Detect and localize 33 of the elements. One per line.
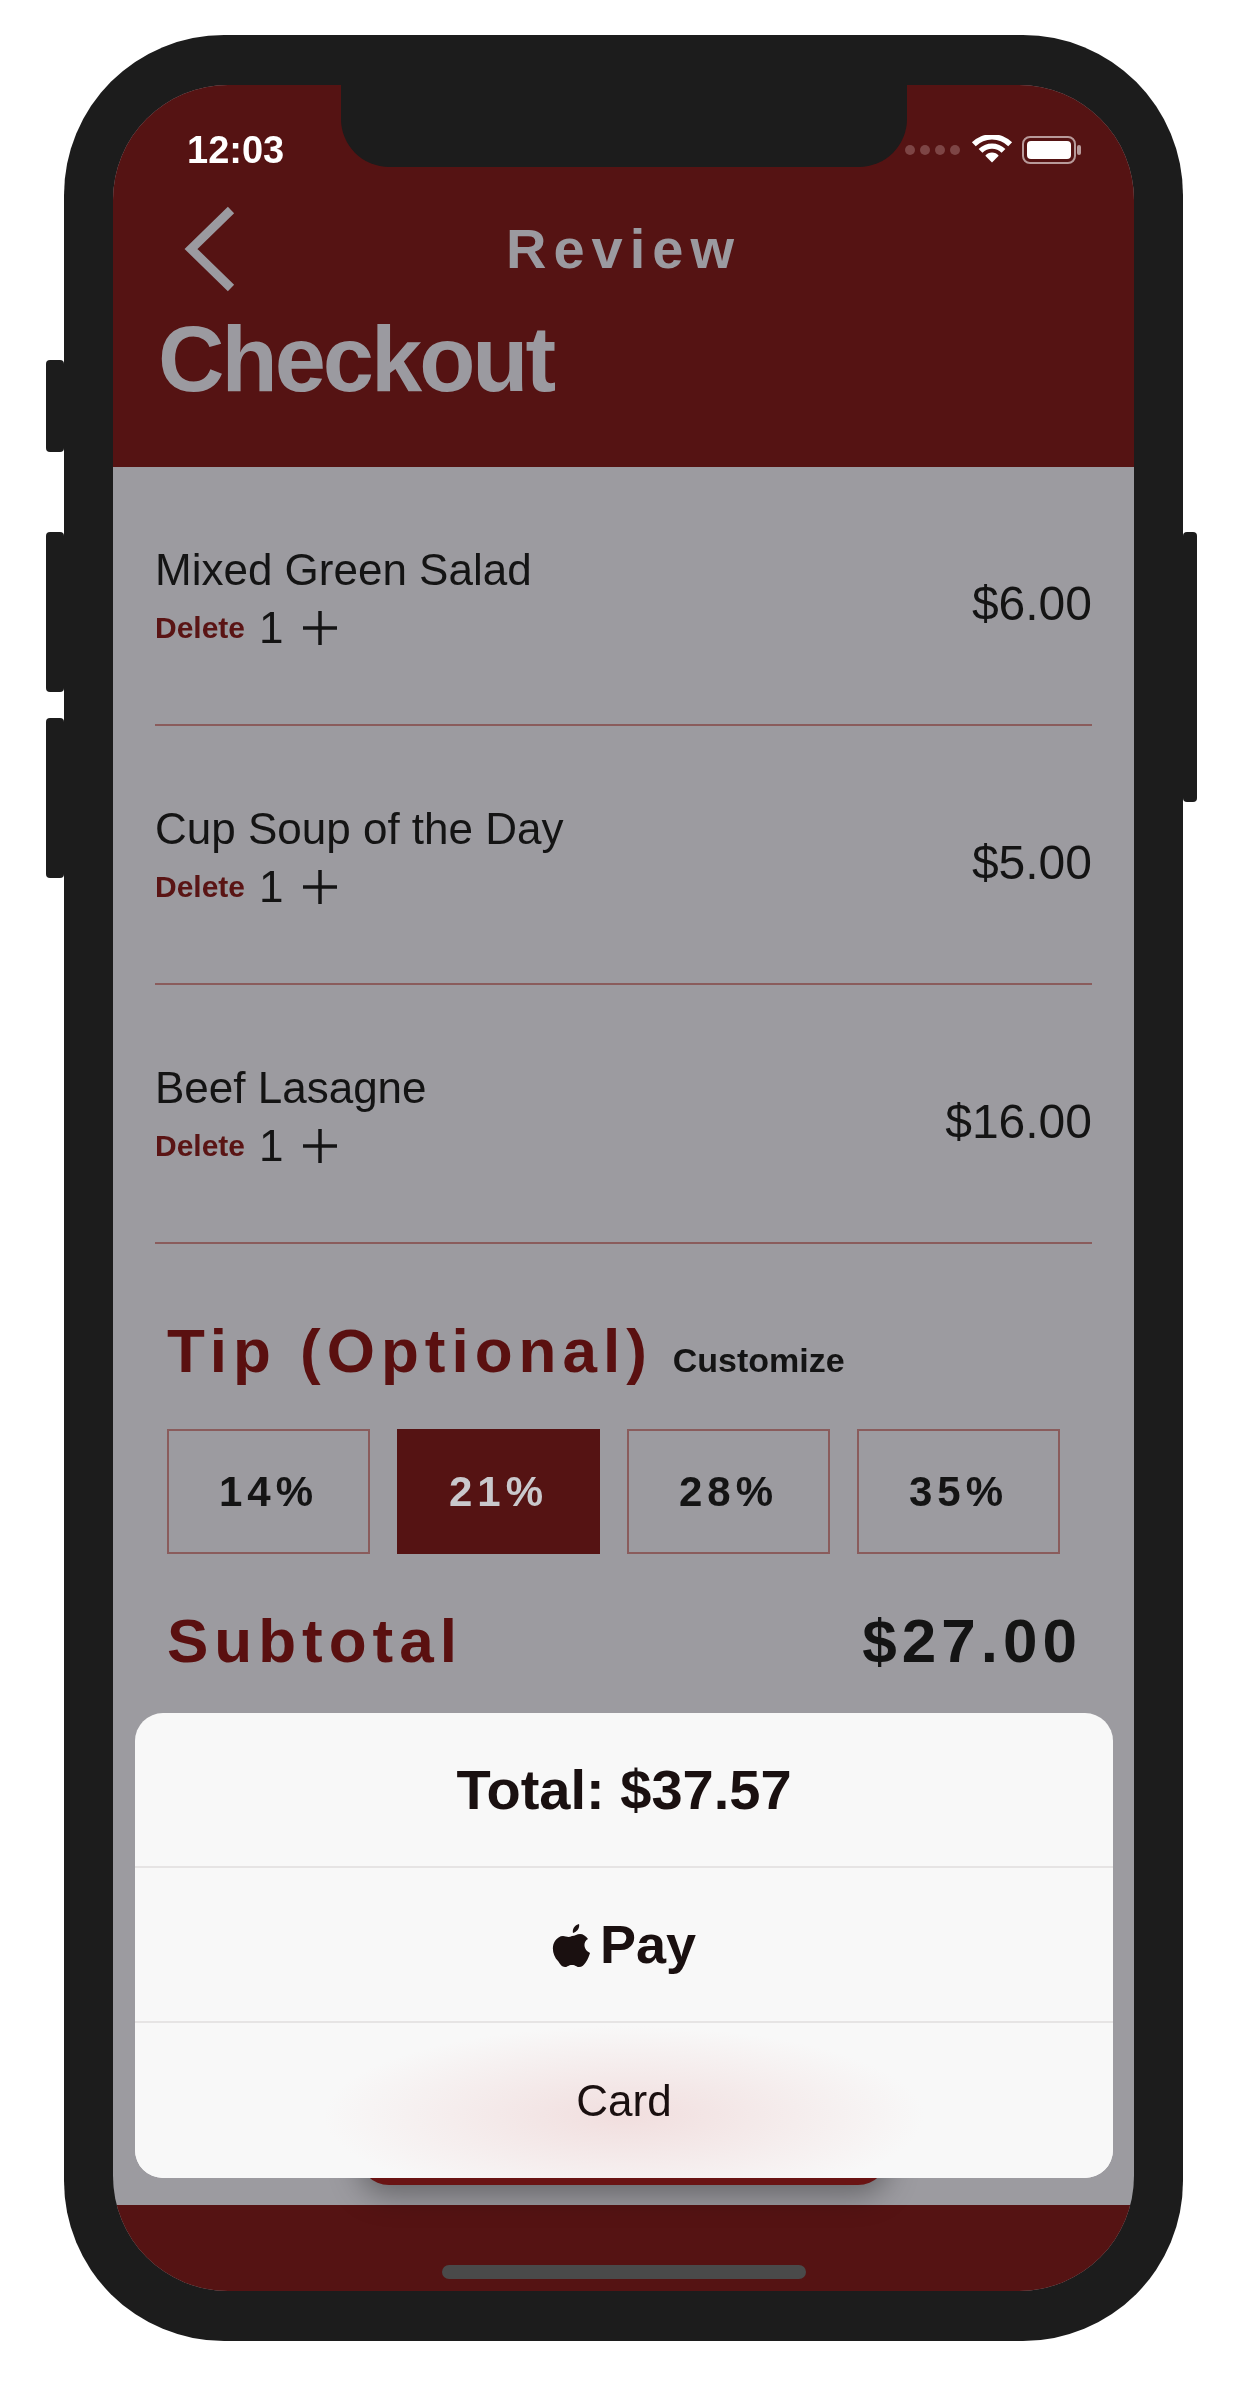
battery-icon: [1022, 136, 1082, 164]
delete-link[interactable]: Delete: [155, 605, 246, 651]
quantity: 1: [259, 860, 284, 913]
signal-icon: [904, 144, 962, 156]
tip-option[interactable]: 14%: [167, 1429, 370, 1554]
back-icon[interactable]: [183, 206, 237, 292]
item-price: $6.00: [971, 575, 1092, 632]
status-time: 12:03: [187, 127, 285, 173]
item-price: $5.00: [971, 834, 1092, 891]
delete-link[interactable]: Delete: [155, 1123, 246, 1169]
subtotal-amount: $27.00: [862, 1605, 1082, 1677]
quantity: 1: [259, 1119, 284, 1172]
item-name: Cup Soup of the Day: [155, 805, 564, 854]
plus-icon[interactable]: [301, 609, 338, 646]
tip-option[interactable]: 35%: [857, 1429, 1060, 1554]
tip-option[interactable]: 21%: [397, 1429, 600, 1554]
page-title: Checkout: [157, 313, 555, 405]
plus-icon[interactable]: [301, 1127, 338, 1164]
tip-heading: Tip (Optional): [167, 1315, 653, 1387]
wifi-icon: [970, 135, 1014, 165]
item-price: $16.00: [945, 1093, 1092, 1150]
total-amount: Total: $37.57: [456, 1756, 792, 1823]
item-name: Mixed Green Salad: [155, 546, 532, 595]
quantity: 1: [259, 601, 284, 654]
plus-icon[interactable]: [301, 868, 338, 905]
tip-option[interactable]: 28%: [627, 1429, 830, 1554]
card-button[interactable]: Card: [570, 2066, 678, 2135]
subtotal-label: Subtotal: [167, 1605, 463, 1677]
nav-title: Review: [506, 216, 741, 282]
item-name: Beef Lasagne: [155, 1064, 427, 1113]
delete-link[interactable]: Delete: [155, 864, 246, 910]
customize-link[interactable]: Customize: [672, 1335, 845, 1386]
apple-pay-button[interactable]: Pay: [545, 1903, 703, 1986]
